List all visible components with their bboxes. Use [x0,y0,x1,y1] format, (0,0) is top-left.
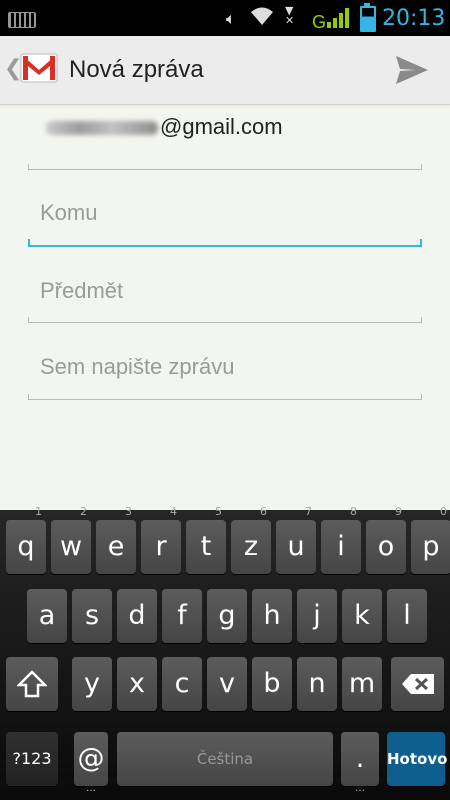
key-hint: 9 [395,505,402,518]
field-underline [28,394,422,400]
key-v[interactable]: v [207,657,247,711]
key-e[interactable]: 3e [96,506,136,574]
key-q[interactable]: 1q [6,506,46,574]
subject-field[interactable]: Předmět [28,268,422,323]
key-l[interactable]: l [387,589,427,643]
status-clock: 20:13 [382,6,446,31]
key-label: p [422,531,440,562]
key-label: z [243,531,259,562]
key-k[interactable]: k [342,589,382,643]
field-underline-active [28,239,422,247]
send-icon[interactable] [394,54,430,86]
wifi-icon [251,7,273,25]
key-j[interactable]: j [297,589,337,643]
key-c[interactable]: c [162,657,202,711]
key-w[interactable]: 2w [51,506,91,574]
from-field[interactable]: @gmail.com [28,104,422,170]
gmail-logo[interactable] [19,48,59,88]
key-hint: 4 [170,505,177,518]
key-s[interactable]: s [72,589,112,643]
key-label: q [17,531,35,562]
redacted-email-username [46,121,158,136]
key-f[interactable]: f [162,589,202,643]
key-y[interactable]: y [72,657,112,711]
key-label: i [337,531,345,562]
key-hint: 5 [215,505,222,518]
key-hint: 2 [80,505,87,518]
to-field[interactable]: Komu [28,190,422,247]
key-label: o [377,531,395,562]
subject-placeholder: Předmět [40,278,124,303]
signal-strength-icon: G [312,8,349,30]
keyboard-notification-icon [8,12,36,28]
action-bar: ❮ Nová zpráva [0,36,450,105]
key-t[interactable]: 5t [186,506,226,574]
svg-text:G: G [312,12,326,30]
message-body-field[interactable]: Sem napište zprávu [28,346,422,400]
key-i[interactable]: 8i [321,506,361,574]
key-x[interactable]: x [117,657,157,711]
key-hint: 0 [440,505,447,518]
period-key[interactable]: .… [341,732,379,794]
no-signal-icon: ▼ ✕ [285,4,295,27]
field-underline [28,164,422,170]
key-r[interactable]: 4r [141,506,181,574]
key-label: t [200,531,212,562]
key-d[interactable]: d [117,589,157,643]
key-g[interactable]: g [207,589,247,643]
backspace-icon [401,674,434,694]
key-p[interactable]: 0p [411,506,450,574]
shift-icon [15,670,49,698]
key-n[interactable]: n [297,657,337,711]
key-hint: 3 [125,505,132,518]
backspace-key[interactable] [391,657,444,711]
done-key[interactable]: Hotovo [387,732,447,786]
key-label: w [59,531,83,562]
key-m[interactable]: m [342,657,382,711]
to-placeholder: Komu [40,200,98,225]
key-hint: 8 [350,505,357,518]
battery-icon [360,3,376,32]
key-u[interactable]: 7u [276,506,316,574]
body-placeholder: Sem napište zprávu [40,354,235,379]
key-label: r [155,531,167,562]
key-o[interactable]: 9o [366,506,406,574]
key-b[interactable]: b [252,657,292,711]
key-label: u [287,531,305,562]
key-hint: 6 [260,505,267,518]
key-a[interactable]: a [27,589,67,643]
at-key[interactable]: @… [74,732,108,794]
field-underline [28,317,422,323]
symbols-key[interactable]: ?123 [6,732,58,786]
soft-keyboard: 1q2w3e4r5t6z7u8i9o0p asdfghjkl yxcvbnm ?… [0,506,450,800]
shift-key[interactable] [6,657,58,711]
space-key[interactable]: Čeština [117,732,333,786]
key-label: e [107,531,125,562]
status-bar: 🔈︎ ▼ ✕ G 20:13 [0,0,450,36]
key-hint: 7 [305,505,312,518]
volume-icon: 🔈︎ [226,9,236,28]
key-z[interactable]: 6z [231,506,271,574]
key-hint: 1 [35,505,42,518]
from-email-domain: @gmail.com [160,114,283,139]
page-title: Nová zpráva [69,56,204,83]
key-h[interactable]: h [252,589,292,643]
